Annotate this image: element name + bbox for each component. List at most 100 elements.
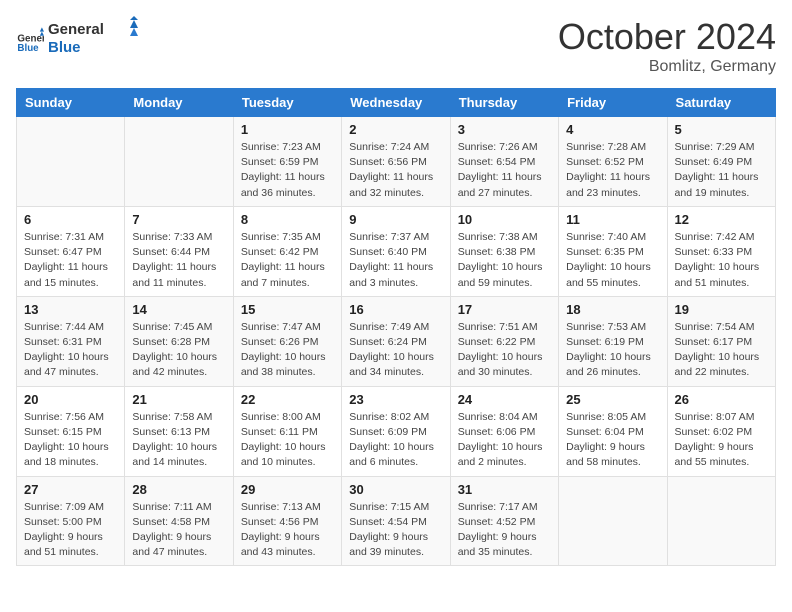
- calendar-cell: 13 Sunrise: 7:44 AMSunset: 6:31 PMDayligh…: [17, 296, 125, 386]
- title-block: October 2024 Bomlitz, Germany: [558, 16, 776, 76]
- day-info: Sunrise: 7:53 AMSunset: 6:19 PMDaylight:…: [566, 320, 659, 381]
- day-number: 21: [132, 392, 225, 407]
- calendar-cell: 28 Sunrise: 7:11 AMSunset: 4:58 PMDayligh…: [125, 476, 233, 566]
- day-info: Sunrise: 7:37 AMSunset: 6:40 PMDaylight:…: [349, 230, 442, 291]
- weekday-header-saturday: Saturday: [667, 89, 775, 117]
- calendar-cell: 30 Sunrise: 7:15 AMSunset: 4:54 PMDayligh…: [342, 476, 450, 566]
- calendar-cell: 21 Sunrise: 7:58 AMSunset: 6:13 PMDayligh…: [125, 386, 233, 476]
- day-number: 19: [675, 302, 768, 317]
- day-number: 30: [349, 482, 442, 497]
- day-number: 7: [132, 212, 225, 227]
- calendar-cell: 7Sunrise: 7:33 AMSunset: 6:44 PMDaylight…: [125, 206, 233, 296]
- day-info: Sunrise: 7:09 AMSunset: 5:00 PMDaylight:…: [24, 500, 117, 561]
- calendar-cell: 12 Sunrise: 7:42 AMSunset: 6:33 PMDayligh…: [667, 206, 775, 296]
- weekday-header-wednesday: Wednesday: [342, 89, 450, 117]
- day-info: Sunrise: 8:07 AMSunset: 6:02 PMDaylight:…: [675, 410, 768, 471]
- calendar-cell: 11 Sunrise: 7:40 AMSunset: 6:35 PMDayligh…: [559, 206, 667, 296]
- calendar-cell: 16Sunrise: 7:49 AMSunset: 6:24 PMDayligh…: [342, 296, 450, 386]
- day-number: 25: [566, 392, 659, 407]
- day-number: 13: [24, 302, 117, 317]
- weekday-header-sunday: Sunday: [17, 89, 125, 117]
- day-info: Sunrise: 7:15 AMSunset: 4:54 PMDaylight:…: [349, 500, 442, 561]
- day-info: Sunrise: 7:29 AMSunset: 6:49 PMDaylight:…: [675, 140, 768, 201]
- calendar-cell: [17, 117, 125, 207]
- day-info: Sunrise: 8:02 AMSunset: 6:09 PMDaylight:…: [349, 410, 442, 471]
- day-info: Sunrise: 8:00 AMSunset: 6:11 PMDaylight:…: [241, 410, 334, 471]
- day-info: Sunrise: 7:38 AMSunset: 6:38 PMDaylight:…: [458, 230, 551, 291]
- calendar-cell: 14Sunrise: 7:45 AMSunset: 6:28 PMDayligh…: [125, 296, 233, 386]
- day-info: Sunrise: 7:17 AMSunset: 4:52 PMDaylight:…: [458, 500, 551, 561]
- day-info: Sunrise: 7:56 AMSunset: 6:15 PMDaylight:…: [24, 410, 117, 471]
- calendar-cell: 10 Sunrise: 7:38 AMSunset: 6:38 PMDayligh…: [450, 206, 558, 296]
- calendar-header-row: SundayMondayTuesdayWednesdayThursdayFrid…: [17, 89, 776, 117]
- day-info: Sunrise: 8:04 AMSunset: 6:06 PMDaylight:…: [458, 410, 551, 471]
- day-info: Sunrise: 7:23 AMSunset: 6:59 PMDaylight:…: [241, 140, 334, 201]
- calendar-cell: 18 Sunrise: 7:53 AMSunset: 6:19 PMDayligh…: [559, 296, 667, 386]
- svg-text:General: General: [48, 21, 104, 38]
- day-number: 28: [132, 482, 225, 497]
- day-info: Sunrise: 7:11 AMSunset: 4:58 PMDaylight:…: [132, 500, 225, 561]
- day-info: Sunrise: 7:51 AMSunset: 6:22 PMDaylight:…: [458, 320, 551, 381]
- logo: General Blue General Blue: [16, 16, 138, 63]
- day-number: 20: [24, 392, 117, 407]
- calendar-week-row: 20 Sunrise: 7:56 AMSunset: 6:15 PMDayligh…: [17, 386, 776, 476]
- calendar-week-row: 6Sunrise: 7:31 AMSunset: 6:47 PMDaylight…: [17, 206, 776, 296]
- location-subtitle: Bomlitz, Germany: [558, 58, 776, 76]
- day-number: 26: [675, 392, 768, 407]
- calendar-cell: 15 Sunrise: 7:47 AMSunset: 6:26 PMDayligh…: [233, 296, 341, 386]
- svg-text:Blue: Blue: [17, 43, 39, 54]
- calendar-cell: 3Sunrise: 7:26 AMSunset: 6:54 PMDaylight…: [450, 117, 558, 207]
- weekday-header-thursday: Thursday: [450, 89, 558, 117]
- calendar-cell: [559, 476, 667, 566]
- day-number: 2: [349, 122, 442, 137]
- day-number: 24: [458, 392, 551, 407]
- calendar-cell: 27 Sunrise: 7:09 AMSunset: 5:00 PMDayligh…: [17, 476, 125, 566]
- calendar-cell: 9 Sunrise: 7:37 AMSunset: 6:40 PMDaylight…: [342, 206, 450, 296]
- day-info: Sunrise: 7:54 AMSunset: 6:17 PMDaylight:…: [675, 320, 768, 381]
- calendar-cell: 31 Sunrise: 7:17 AMSunset: 4:52 PMDayligh…: [450, 476, 558, 566]
- day-number: 1: [241, 122, 334, 137]
- day-info: Sunrise: 7:42 AMSunset: 6:33 PMDaylight:…: [675, 230, 768, 291]
- month-title: October 2024: [558, 16, 776, 58]
- day-number: 31: [458, 482, 551, 497]
- day-info: Sunrise: 7:49 AMSunset: 6:24 PMDaylight:…: [349, 320, 442, 381]
- day-number: 29: [241, 482, 334, 497]
- calendar-cell: 19 Sunrise: 7:54 AMSunset: 6:17 PMDayligh…: [667, 296, 775, 386]
- calendar-cell: [667, 476, 775, 566]
- day-number: 14: [132, 302, 225, 317]
- day-info: Sunrise: 7:28 AMSunset: 6:52 PMDaylight:…: [566, 140, 659, 201]
- day-number: 27: [24, 482, 117, 497]
- calendar-cell: 25Sunrise: 8:05 AMSunset: 6:04 PMDayligh…: [559, 386, 667, 476]
- calendar-cell: 20 Sunrise: 7:56 AMSunset: 6:15 PMDayligh…: [17, 386, 125, 476]
- day-info: Sunrise: 7:58 AMSunset: 6:13 PMDaylight:…: [132, 410, 225, 471]
- day-info: Sunrise: 7:40 AMSunset: 6:35 PMDaylight:…: [566, 230, 659, 291]
- calendar-week-row: 13 Sunrise: 7:44 AMSunset: 6:31 PMDayligh…: [17, 296, 776, 386]
- weekday-header-friday: Friday: [559, 89, 667, 117]
- day-info: Sunrise: 7:44 AMSunset: 6:31 PMDaylight:…: [24, 320, 117, 381]
- day-number: 6: [24, 212, 117, 227]
- calendar-cell: 26 Sunrise: 8:07 AMSunset: 6:02 PMDayligh…: [667, 386, 775, 476]
- logo-text: General Blue: [48, 16, 138, 63]
- calendar-cell: 23 Sunrise: 8:02 AMSunset: 6:09 PMDayligh…: [342, 386, 450, 476]
- logo-icon: General Blue: [16, 26, 44, 54]
- day-number: 22: [241, 392, 334, 407]
- day-number: 18: [566, 302, 659, 317]
- day-info: Sunrise: 7:24 AMSunset: 6:56 PMDaylight:…: [349, 140, 442, 201]
- page-header: General Blue General Blue October 2024 B…: [16, 16, 776, 76]
- weekday-header-tuesday: Tuesday: [233, 89, 341, 117]
- day-number: 15: [241, 302, 334, 317]
- day-info: Sunrise: 7:35 AMSunset: 6:42 PMDaylight:…: [241, 230, 334, 291]
- day-info: Sunrise: 7:47 AMSunset: 6:26 PMDaylight:…: [241, 320, 334, 381]
- calendar-cell: [125, 117, 233, 207]
- day-info: Sunrise: 7:13 AMSunset: 4:56 PMDaylight:…: [241, 500, 334, 561]
- day-number: 12: [675, 212, 768, 227]
- calendar-cell: 29 Sunrise: 7:13 AMSunset: 4:56 PMDayligh…: [233, 476, 341, 566]
- day-number: 9: [349, 212, 442, 227]
- day-number: 10: [458, 212, 551, 227]
- calendar-table: SundayMondayTuesdayWednesdayThursdayFrid…: [16, 88, 776, 566]
- day-number: 23: [349, 392, 442, 407]
- calendar-cell: 6Sunrise: 7:31 AMSunset: 6:47 PMDaylight…: [17, 206, 125, 296]
- weekday-header-monday: Monday: [125, 89, 233, 117]
- day-number: 5: [675, 122, 768, 137]
- day-number: 11: [566, 212, 659, 227]
